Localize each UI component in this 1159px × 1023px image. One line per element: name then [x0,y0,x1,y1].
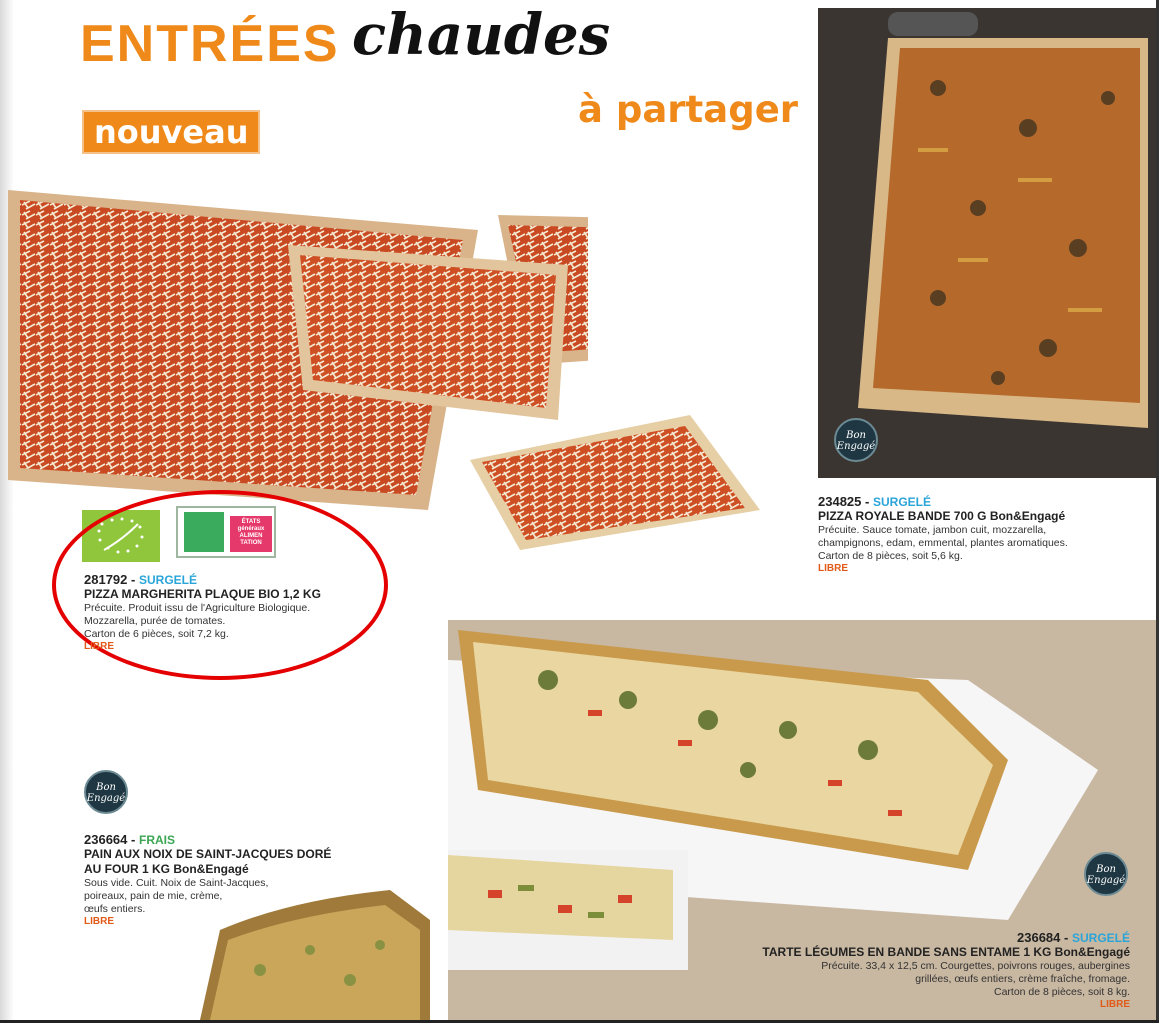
product-category: SURGELÉ [138,573,197,587]
pizza-slice-photo [460,400,780,560]
pizza-royale-photo: Bon Engagé [818,8,1158,478]
product-description-line: Précuite. Sauce tomate, jambon cuit, moz… [818,524,1047,536]
product-description-line: Précuite. 33,4 x 12,5 cm. Courgettes, po… [821,960,1130,972]
product-name: PIZZA ROYALE BANDE 700 G Bon&Engagé [818,509,1066,523]
product-category: SURGELÉ [872,495,931,509]
product-pizza-margherita: 281792 - SURGELÉ PIZZA MARGHERITA PLAQUE… [84,572,394,652]
product-code: 281792 [84,572,128,587]
product-description-line: Carton de 6 pièces, soit 7,2 kg. [84,628,229,640]
product-description-line: Précuite. Produit issu de l'Agriculture … [84,602,311,614]
product-description-line: Carton de 8 pièces, soit 8 kg. [994,986,1130,998]
product-category: SURGELÉ [1071,931,1130,945]
page-subtitle: à partager [578,88,799,131]
catalog-page: ENTRÉES chaudes à partager nouveau Bon E… [0,0,1159,1023]
product-description-line: grillées, œufs entiers, crème fraîche, f… [915,973,1130,985]
product-name: PIZZA MARGHERITA PLAQUE BIO 1,2 KG [84,587,321,601]
product-status: LIBRE [84,641,114,652]
page-title: ENTRÉES [80,15,340,73]
product-code: 236684 [1017,930,1061,945]
pain-saint-jacques-photo [200,860,430,1020]
product-pizza-royale: 234825 - SURGELÉ PIZZA ROYALE BANDE 700 … [818,494,1154,574]
product-code: 234825 [818,494,862,509]
product-tarte-legumes: 236684 - SURGELÉ TARTE LÉGUMES EN BANDE … [690,930,1130,1010]
bon-engage-logo: Bon Engagé [84,770,128,814]
product-category: FRAIS [138,833,175,847]
bon-engage-logo: Bon Engagé [834,418,878,462]
product-description-line: champignons, edam, emmental, plantes aro… [818,537,1068,549]
product-code: 236664 [84,832,128,847]
page-title-script: chaudes [352,2,611,68]
new-badge: nouveau [82,110,261,154]
bon-engage-logo: Bon Engagé [1084,852,1128,896]
product-status: LIBRE [1100,999,1130,1010]
product-description-line: Mozzarella, purée de tomates. [84,615,226,627]
product-description-line: Carton de 8 pièces, soit 5,6 kg. [818,550,963,562]
product-name: TARTE LÉGUMES EN BANDE SANS ENTAME 1 KG … [762,945,1130,959]
product-status: LIBRE [818,563,848,574]
